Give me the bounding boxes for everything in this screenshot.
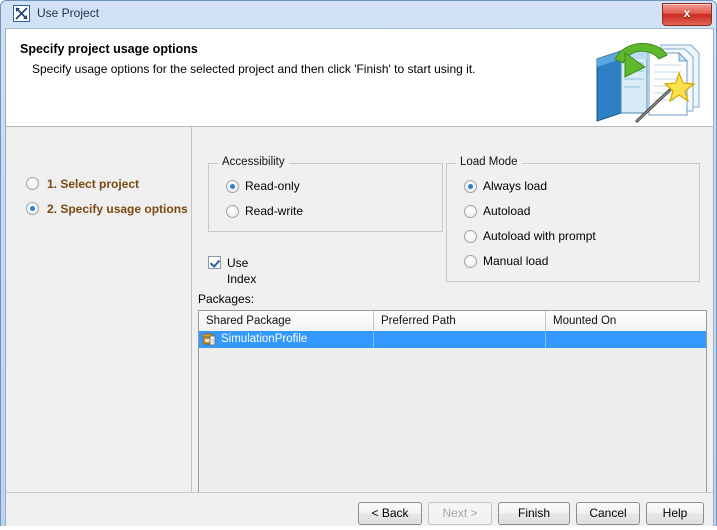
- back-button[interactable]: < Back: [358, 502, 422, 525]
- radio-icon: [464, 205, 477, 218]
- dialog-button-bar: < Back Next > Finish Cancel Help: [6, 492, 713, 526]
- window-shadow: [0, 526, 717, 530]
- radio-icon: [464, 230, 477, 243]
- radio-label: Always load: [483, 179, 548, 193]
- column-header-preferred-path[interactable]: Preferred Path: [374, 311, 546, 331]
- checkbox-label: Use Index: [227, 256, 257, 286]
- column-header-shared-package[interactable]: Shared Package: [199, 311, 374, 331]
- checkbox-icon-checked: [208, 256, 221, 269]
- cancel-button[interactable]: Cancel: [576, 502, 640, 525]
- close-button[interactable]: x: [662, 3, 712, 26]
- accessibility-group: Accessibility Read-only Read-write: [208, 156, 443, 232]
- project-import-wizard-icon: [587, 29, 709, 126]
- load-mode-legend: Load Mode: [456, 156, 522, 168]
- wizard-step-nav: 1. Select project 2. Specify usage optio…: [6, 127, 192, 492]
- cell-shared-package: SimulationProfile: [199, 331, 374, 348]
- title-bar[interactable]: Use Project x: [1, 1, 717, 28]
- radio-icon-selected: [464, 180, 477, 193]
- table-header-row: Shared Package Preferred Path Mounted On: [199, 311, 706, 332]
- help-button[interactable]: Help: [646, 502, 704, 525]
- radio-icon: [226, 205, 239, 218]
- packages-label: Packages:: [198, 292, 255, 306]
- column-header-mounted-on[interactable]: Mounted On: [546, 311, 706, 331]
- magicdraw-project-icon: [13, 5, 30, 22]
- packages-table[interactable]: Shared Package Preferred Path Mounted On: [198, 310, 707, 506]
- window-title: Use Project: [37, 6, 100, 20]
- radio-icon-selected: [226, 180, 239, 193]
- radio-icon: [464, 255, 477, 268]
- radio-label: Autoload with prompt: [483, 229, 596, 243]
- finish-button[interactable]: Finish: [498, 502, 570, 525]
- sidebar-item-label: 1. Select project: [47, 177, 140, 191]
- sidebar-item-label: 2. Specify usage options: [47, 202, 188, 216]
- shared-package-icon: [202, 333, 217, 346]
- cell-text: SimulationProfile: [221, 333, 308, 345]
- cell-preferred-path: [374, 331, 546, 348]
- load-mode-group: Load Mode Always load Autoload Autoload …: [446, 156, 700, 282]
- step-radio-icon: [26, 177, 39, 190]
- close-icon: x: [683, 6, 691, 20]
- page-title: Specify project usage options: [20, 42, 198, 56]
- radio-label: Autoload: [483, 204, 531, 218]
- radio-label: Read-only: [245, 179, 300, 193]
- cell-mounted-on: [546, 331, 706, 348]
- step-radio-icon-selected: [26, 202, 39, 215]
- wizard-banner: Specify project usage options Specify us…: [6, 29, 713, 127]
- dialog-content: Specify project usage options Specify us…: [5, 28, 714, 527]
- next-button: Next >: [428, 502, 492, 525]
- dialog-window: Use Project x Specify project usage opti…: [0, 0, 717, 530]
- accessibility-legend: Accessibility: [218, 156, 289, 168]
- radio-label: Manual load: [483, 254, 549, 268]
- page-subtitle: Specify usage options for the selected p…: [32, 62, 476, 76]
- options-pane: Accessibility Read-only Read-write Use I…: [193, 127, 713, 506]
- table-row[interactable]: SimulationProfile: [199, 331, 706, 348]
- radio-label: Read-write: [245, 204, 304, 218]
